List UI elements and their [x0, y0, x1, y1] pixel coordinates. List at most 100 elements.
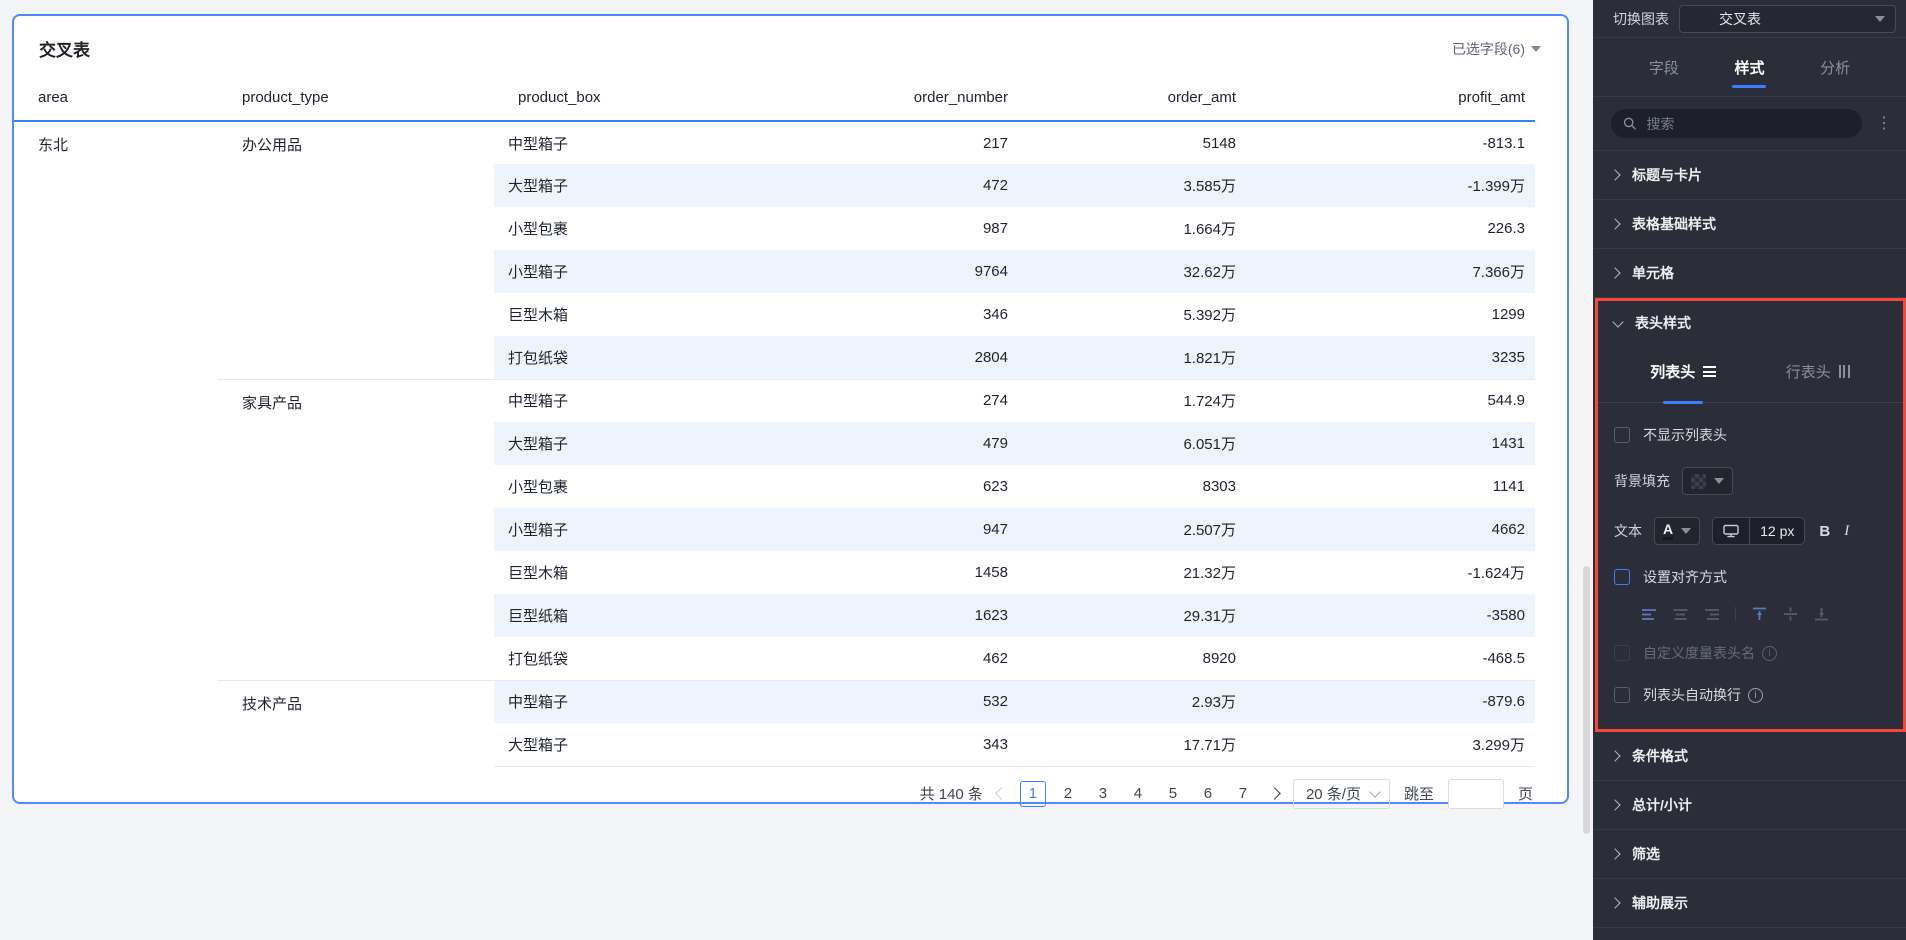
cell-product-box[interactable]: 小型包裹: [494, 465, 756, 508]
cell-product-type[interactable]: 家具产品: [218, 378, 494, 680]
background-fill-select[interactable]: [1682, 467, 1733, 495]
next-page-button[interactable]: [1268, 787, 1281, 800]
cell-order-number[interactable]: 532: [756, 679, 1018, 723]
cell-order-amt[interactable]: 5148: [1018, 121, 1246, 164]
page-number-2[interactable]: 2: [1055, 781, 1081, 807]
cell-profit-amt[interactable]: -879.6: [1246, 679, 1535, 723]
cell-profit-amt[interactable]: 544.9: [1246, 378, 1535, 422]
prev-page-button[interactable]: [995, 787, 1008, 800]
cell-order-amt[interactable]: 8303: [1018, 465, 1246, 508]
cell-profit-amt[interactable]: 1431: [1246, 422, 1535, 465]
align-left-icon[interactable]: [1642, 608, 1657, 621]
cell-order-amt[interactable]: 1.821万: [1018, 336, 1246, 379]
page-size-select[interactable]: 20 条/页: [1292, 778, 1390, 809]
cell-profit-amt[interactable]: 4662: [1246, 508, 1535, 551]
cell-order-number[interactable]: 472: [756, 164, 1018, 207]
section-bottom-辅助展示[interactable]: 辅助展示: [1593, 879, 1906, 928]
custom-measure-checkbox[interactable]: [1614, 645, 1630, 661]
screen-adapt-button[interactable]: [1713, 518, 1749, 544]
cell-order-number[interactable]: 346: [756, 293, 1018, 336]
cell-order-number[interactable]: 343: [756, 723, 1018, 767]
selected-fields-button[interactable]: 已选字段(6): [1452, 39, 1541, 59]
cell-profit-amt[interactable]: -3580: [1246, 594, 1535, 637]
cell-product-box[interactable]: 打包纸袋: [494, 637, 756, 680]
cell-product-box[interactable]: 中型箱子: [494, 378, 756, 422]
tab-fields[interactable]: 字段: [1645, 39, 1683, 96]
cell-order-number[interactable]: 462: [756, 637, 1018, 680]
cell-product-box[interactable]: 小型包裹: [494, 207, 756, 250]
hide-column-header-checkbox[interactable]: [1614, 427, 1630, 443]
cell-order-number[interactable]: 479: [756, 422, 1018, 465]
cell-product-box[interactable]: 小型箱子: [494, 508, 756, 551]
chart-type-select[interactable]: 交叉表: [1679, 4, 1896, 33]
page-number-7[interactable]: 7: [1230, 781, 1256, 807]
section-top-标题与卡片[interactable]: 标题与卡片: [1593, 151, 1906, 200]
cell-product-box[interactable]: 巨型纸箱: [494, 594, 756, 637]
cell-order-amt[interactable]: 21.32万: [1018, 551, 1246, 594]
section-top-表格基础样式[interactable]: 表格基础样式: [1593, 200, 1906, 249]
cell-profit-amt[interactable]: 3.299万: [1246, 723, 1535, 767]
cell-product-type[interactable]: 技术产品: [218, 679, 494, 766]
cell-profit-amt[interactable]: 226.3: [1246, 207, 1535, 250]
tab-analysis[interactable]: 分析: [1816, 39, 1854, 96]
cell-order-amt[interactable]: 8920: [1018, 637, 1246, 680]
column-header-order-number[interactable]: order_number: [756, 75, 1018, 122]
cell-order-number[interactable]: 274: [756, 378, 1018, 422]
column-header-profit-amt[interactable]: profit_amt: [1246, 75, 1535, 122]
cell-profit-amt[interactable]: 1141: [1246, 465, 1535, 508]
vertical-scrollbar[interactable]: [1583, 566, 1590, 834]
column-header-product-box[interactable]: product_box: [494, 75, 756, 122]
cell-product-box[interactable]: 巨型木箱: [494, 293, 756, 336]
cell-profit-amt[interactable]: -468.5: [1246, 637, 1535, 680]
align-right-icon[interactable]: [1704, 608, 1719, 621]
align-top-icon[interactable]: [1752, 607, 1767, 621]
section-top-单元格[interactable]: 单元格: [1593, 249, 1906, 298]
page-number-5[interactable]: 5: [1160, 781, 1186, 807]
font-color-picker[interactable]: A: [1654, 517, 1701, 545]
page-number-1[interactable]: 1: [1019, 780, 1046, 807]
cell-order-number[interactable]: 987: [756, 207, 1018, 250]
cell-order-number[interactable]: 1623: [756, 594, 1018, 637]
cell-product-box[interactable]: 打包纸袋: [494, 336, 756, 379]
align-middle-icon[interactable]: [1783, 607, 1798, 621]
cell-product-type[interactable]: 办公用品: [218, 121, 494, 379]
bold-button[interactable]: B: [1819, 523, 1830, 540]
cell-order-amt[interactable]: 32.62万: [1018, 250, 1246, 293]
search-box[interactable]: [1611, 109, 1862, 138]
column-header-order-amt[interactable]: order_amt: [1018, 75, 1246, 122]
section-bottom-条件格式[interactable]: 条件格式: [1593, 732, 1906, 781]
jump-page-input[interactable]: [1447, 778, 1504, 809]
auto-wrap-checkbox[interactable]: [1614, 687, 1630, 703]
column-header-product-type[interactable]: product_type: [218, 75, 494, 122]
cell-order-amt[interactable]: 1.724万: [1018, 378, 1246, 422]
more-options-icon[interactable]: ⋮: [1870, 115, 1898, 131]
cell-order-number[interactable]: 623: [756, 465, 1018, 508]
cell-profit-amt[interactable]: 7.366万: [1246, 250, 1535, 293]
section-bottom-总计/小计[interactable]: 总计/小计: [1593, 781, 1906, 830]
cell-product-box[interactable]: 大型箱子: [494, 422, 756, 465]
cell-order-amt[interactable]: 6.051万: [1018, 422, 1246, 465]
cross-table-card[interactable]: 交叉表 已选字段(6) area product_type product_bo…: [12, 14, 1569, 809]
cell-order-amt[interactable]: 17.71万: [1018, 723, 1246, 767]
cell-area[interactable]: 东北: [14, 121, 218, 766]
cell-product-box[interactable]: 大型箱子: [494, 723, 756, 767]
cell-product-box[interactable]: 巨型木箱: [494, 551, 756, 594]
cell-order-amt[interactable]: 2.507万: [1018, 508, 1246, 551]
cell-product-box[interactable]: 中型箱子: [494, 121, 756, 164]
column-header-area[interactable]: area: [14, 75, 218, 122]
italic-button[interactable]: I: [1844, 523, 1849, 540]
cell-order-amt[interactable]: 1.664万: [1018, 207, 1246, 250]
cell-profit-amt[interactable]: -1.399万: [1246, 164, 1535, 207]
cell-order-number[interactable]: 2804: [756, 336, 1018, 379]
page-number-3[interactable]: 3: [1090, 781, 1116, 807]
cell-profit-amt[interactable]: 1299: [1246, 293, 1535, 336]
cell-profit-amt[interactable]: 3235: [1246, 336, 1535, 379]
set-alignment-checkbox[interactable]: [1614, 569, 1630, 585]
cell-profit-amt[interactable]: -1.624万: [1246, 551, 1535, 594]
tab-row-header[interactable]: 行表头: [1751, 345, 1886, 402]
cell-order-amt[interactable]: 3.585万: [1018, 164, 1246, 207]
cell-profit-amt[interactable]: -813.1: [1246, 121, 1535, 164]
tab-column-header[interactable]: 列表头: [1616, 345, 1751, 402]
cell-order-amt[interactable]: 5.392万: [1018, 293, 1246, 336]
cell-order-number[interactable]: 217: [756, 121, 1018, 164]
